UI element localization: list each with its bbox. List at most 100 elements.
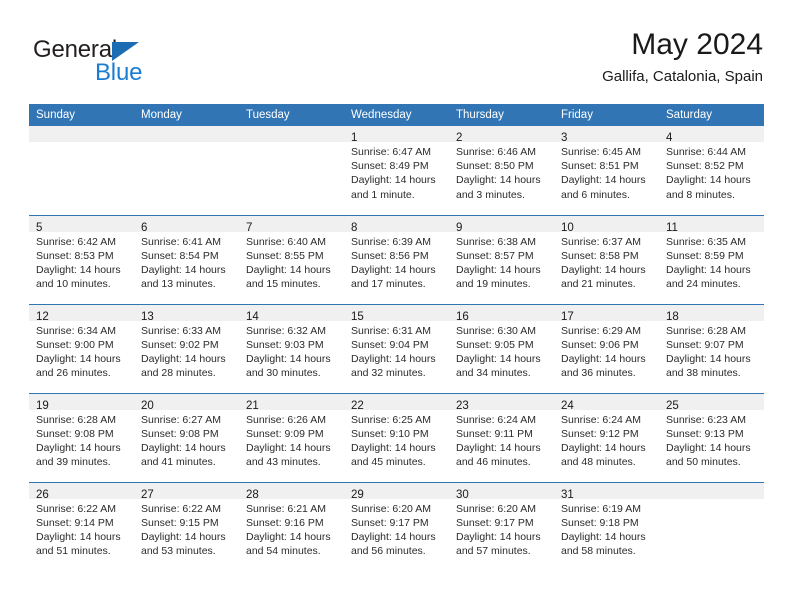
sunrise-text: Sunrise: 6:45 AM: [561, 146, 641, 158]
weekday-header-friday: Friday: [554, 104, 659, 126]
calendar-day-cell[interactable]: 11 Sunrise: 6:35 AM Sunset: 8:59 PM Dayligh…: [659, 214, 764, 304]
day-details: Sunrise: 6:39 AM Sunset: 8:56 PM Daylight:…: [344, 232, 449, 292]
sunset-text: Sunset: 9:11 PM: [456, 427, 533, 440]
calendar-day-cell[interactable]: 23 Sunrise: 6:24 AM Sunset: 9:11 PM Dayligh…: [449, 392, 554, 482]
daylight-text-line1: Daylight: 14 hours: [351, 352, 436, 365]
sunset-text: Sunset: 9:03 PM: [246, 338, 324, 351]
daylight-text-line1: Daylight: 14 hours: [561, 441, 646, 454]
daylight-text-line1: Daylight: 14 hours: [141, 441, 226, 454]
sunset-text: Sunset: 9:18 PM: [561, 516, 639, 529]
calendar-day-cell[interactable]: 3 Sunrise: 6:45 AM Sunset: 8:51 PM Daylight…: [554, 126, 659, 215]
calendar-day-cell[interactable]: 17 Sunrise: 6:29 AM Sunset: 9:06 PM Dayligh…: [554, 303, 659, 393]
day-number-band: 21: [239, 393, 344, 412]
calendar-body: 1 Sunrise: 6:47 AM Sunset: 8:49 PM Daylight…: [29, 126, 764, 571]
calendar-day-cell[interactable]: 8 Sunrise: 6:39 AM Sunset: 8:56 PM Daylight…: [344, 214, 449, 304]
sunrise-text: Sunrise: 6:32 AM: [246, 324, 326, 337]
day-details: Sunrise: 6:38 AM Sunset: 8:57 PM Daylight:…: [449, 232, 554, 292]
day-details: Sunrise: 6:20 AM Sunset: 9:17 PM Daylight:…: [344, 499, 449, 559]
calendar-day-cell[interactable]: 13 Sunrise: 6:33 AM Sunset: 9:02 PM Dayligh…: [134, 303, 239, 393]
daylight-text-line2: and 13 minutes.: [141, 278, 216, 291]
calendar-day-cell[interactable]: 14 Sunrise: 6:32 AM Sunset: 9:03 PM Dayligh…: [239, 303, 344, 393]
calendar-day-cell[interactable]: 26 Sunrise: 6:22 AM Sunset: 9:14 PM Dayligh…: [29, 481, 134, 571]
daylight-text-line1: Daylight: 14 hours: [141, 352, 226, 365]
calendar-day-cell[interactable]: 10 Sunrise: 6:37 AM Sunset: 8:58 PM Dayligh…: [554, 214, 659, 304]
sunset-text: Sunset: 9:14 PM: [36, 516, 114, 529]
day-details: Sunrise: 6:19 AM Sunset: 9:18 PM Daylight:…: [554, 499, 659, 559]
daylight-text-line1: Daylight: 14 hours: [666, 352, 751, 365]
calendar-day-cell[interactable]: 29 Sunrise: 6:20 AM Sunset: 9:17 PM Dayligh…: [344, 481, 449, 571]
day-details: Sunrise: 6:26 AM Sunset: 9:09 PM Daylight:…: [239, 410, 344, 470]
calendar-day-cell[interactable]: 20 Sunrise: 6:27 AM Sunset: 9:08 PM Dayligh…: [134, 392, 239, 482]
calendar-day-cell[interactable]: 16 Sunrise: 6:30 AM Sunset: 9:05 PM Dayligh…: [449, 303, 554, 393]
daylight-text-line2: and 19 minutes.: [456, 278, 531, 291]
calendar-day-cell[interactable]: 1 Sunrise: 6:47 AM Sunset: 8:49 PM Daylight…: [344, 126, 449, 215]
calendar-day-cell[interactable]: 25 Sunrise: 6:23 AM Sunset: 9:13 PM Dayligh…: [659, 392, 764, 482]
calendar-day-cell[interactable]: 4 Sunrise: 6:44 AM Sunset: 8:52 PM Daylight…: [659, 126, 764, 215]
general-blue-logo[interactable]: General Blue: [33, 36, 233, 96]
daylight-text-line1: Daylight: 14 hours: [246, 263, 331, 276]
day-details: Sunrise: 6:44 AM Sunset: 8:52 PM Daylight:…: [659, 142, 764, 202]
weekday-header-tuesday: Tuesday: [239, 104, 344, 126]
daylight-text-line2: and 48 minutes.: [561, 456, 636, 469]
day-details: Sunrise: 6:24 AM Sunset: 9:12 PM Daylight:…: [554, 410, 659, 470]
day-details: Sunrise: 6:33 AM Sunset: 9:02 PM Daylight:…: [134, 321, 239, 381]
day-number: 25: [666, 399, 679, 412]
daylight-text-line2: and 58 minutes.: [561, 545, 636, 558]
calendar-day-cell[interactable]: 7 Sunrise: 6:40 AM Sunset: 8:55 PM Daylight…: [239, 214, 344, 304]
calendar-day-cell[interactable]: 21 Sunrise: 6:26 AM Sunset: 9:09 PM Dayligh…: [239, 392, 344, 482]
sunrise-text: Sunrise: 6:35 AM: [666, 235, 746, 248]
calendar-day-cell[interactable]: 2 Sunrise: 6:46 AM Sunset: 8:50 PM Daylight…: [449, 126, 554, 215]
calendar-day-cell[interactable]: 9 Sunrise: 6:38 AM Sunset: 8:57 PM Daylight…: [449, 214, 554, 304]
day-number: 21: [246, 399, 259, 412]
daylight-text-line1: Daylight: 14 hours: [456, 352, 541, 365]
daylight-text-line1: Daylight: 14 hours: [351, 263, 436, 276]
calendar-table: Sunday Monday Tuesday Wednesday Thursday…: [29, 104, 764, 571]
calendar-page: General Blue May 2024 Gallifa, Catalonia…: [0, 0, 792, 612]
day-details: Sunrise: 6:20 AM Sunset: 9:17 PM Daylight:…: [449, 499, 554, 559]
calendar-day-cell[interactable]: 18 Sunrise: 6:28 AM Sunset: 9:07 PM Dayligh…: [659, 303, 764, 393]
sunset-text: Sunset: 9:15 PM: [141, 516, 219, 529]
day-number-band: 2: [449, 126, 554, 144]
page-title: May 2024: [631, 28, 763, 61]
day-number-band: 22: [344, 393, 449, 412]
daylight-text-line1: Daylight: 14 hours: [456, 530, 541, 543]
sunrise-text: Sunrise: 6:37 AM: [561, 235, 641, 248]
calendar-day-cell[interactable]: 5 Sunrise: 6:42 AM Sunset: 8:53 PM Daylight…: [29, 214, 134, 304]
calendar-day-cell[interactable]: 6 Sunrise: 6:41 AM Sunset: 8:54 PM Daylight…: [134, 214, 239, 304]
sunrise-text: Sunrise: 6:44 AM: [666, 146, 746, 158]
daylight-text-line2: and 34 minutes.: [456, 367, 531, 380]
day-number: 22: [351, 399, 364, 412]
day-details: Sunrise: 6:28 AM Sunset: 9:07 PM Daylight:…: [659, 321, 764, 381]
logo-text-blue: Blue: [95, 59, 143, 86]
sunrise-text: Sunrise: 6:20 AM: [456, 502, 536, 515]
day-number-band: 4: [659, 126, 764, 144]
daylight-text-line2: and 24 minutes.: [666, 278, 741, 291]
calendar-day-cell[interactable]: 12 Sunrise: 6:34 AM Sunset: 9:00 PM Dayligh…: [29, 303, 134, 393]
calendar-day-cell[interactable]: 19 Sunrise: 6:28 AM Sunset: 9:08 PM Dayligh…: [29, 392, 134, 482]
sunrise-text: Sunrise: 6:26 AM: [246, 413, 326, 426]
daylight-text-line2: and 39 minutes.: [36, 456, 111, 469]
daylight-text-line1: Daylight: 14 hours: [36, 352, 121, 365]
daylight-text-line2: and 1 minute.: [351, 188, 415, 201]
daylight-text-line2: and 6 minutes.: [561, 188, 630, 201]
daylight-text-line2: and 46 minutes.: [456, 456, 531, 469]
day-number: 12: [36, 310, 49, 323]
calendar-day-cell[interactable]: 27 Sunrise: 6:22 AM Sunset: 9:15 PM Dayligh…: [134, 481, 239, 571]
calendar-day-cell[interactable]: 15 Sunrise: 6:31 AM Sunset: 9:04 PM Dayligh…: [344, 303, 449, 393]
calendar-day-cell[interactable]: 31 Sunrise: 6:19 AM Sunset: 9:18 PM Dayligh…: [554, 481, 659, 571]
sunrise-text: Sunrise: 6:25 AM: [351, 413, 431, 426]
sunrise-text: Sunrise: 6:28 AM: [666, 324, 746, 337]
sunset-text: Sunset: 8:58 PM: [561, 249, 639, 262]
day-number: 5: [36, 221, 43, 234]
calendar-day-cell[interactable]: 22 Sunrise: 6:25 AM Sunset: 9:10 PM Dayligh…: [344, 392, 449, 482]
calendar-day-cell[interactable]: 24 Sunrise: 6:24 AM Sunset: 9:12 PM Dayligh…: [554, 392, 659, 482]
sunrise-text: Sunrise: 6:42 AM: [36, 235, 116, 248]
calendar-day-cell[interactable]: 28 Sunrise: 6:21 AM Sunset: 9:16 PM Dayligh…: [239, 481, 344, 571]
sunrise-text: Sunrise: 6:38 AM: [456, 235, 536, 248]
sunset-text: Sunset: 9:17 PM: [351, 516, 429, 529]
day-details: Sunrise: 6:40 AM Sunset: 8:55 PM Daylight:…: [239, 232, 344, 292]
day-number-band: 13: [134, 304, 239, 323]
day-number: 3: [561, 132, 568, 144]
day-number-band: 18: [659, 304, 764, 323]
calendar-day-cell[interactable]: 30 Sunrise: 6:20 AM Sunset: 9:17 PM Dayligh…: [449, 481, 554, 571]
